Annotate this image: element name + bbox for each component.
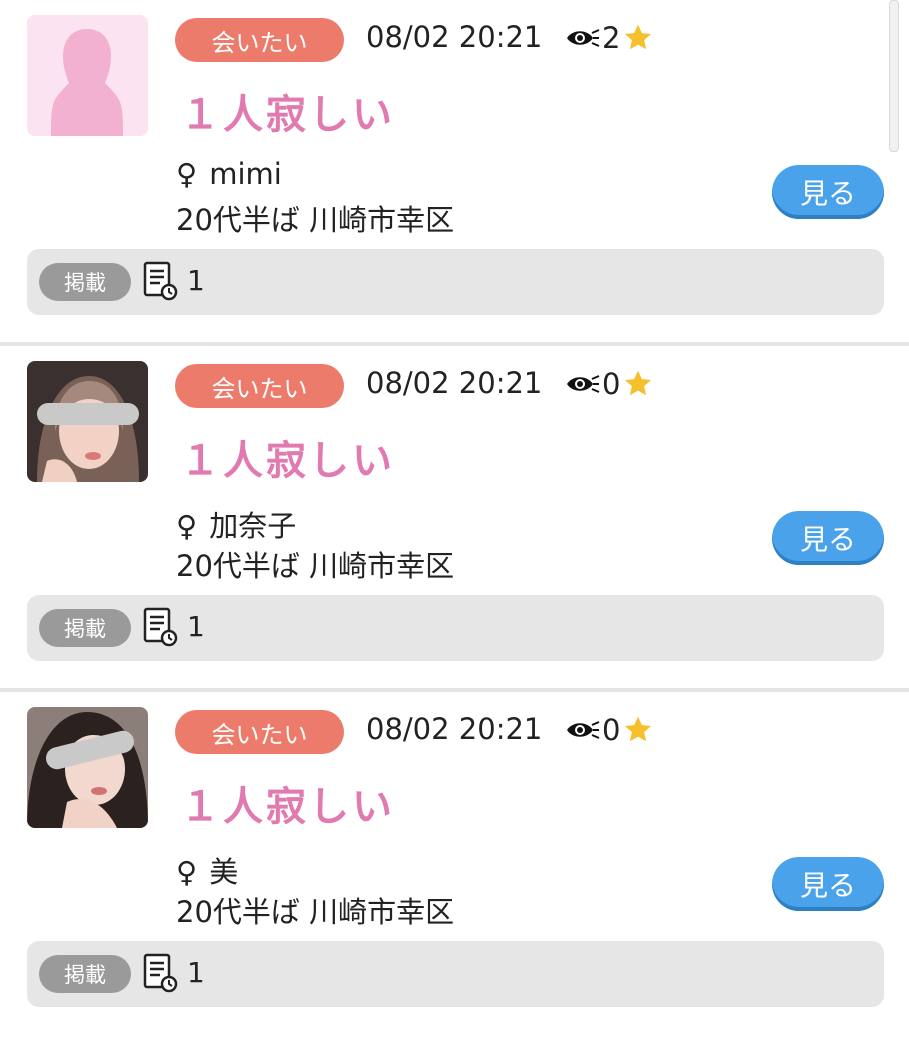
post-count: 1	[187, 956, 205, 989]
view-count-group: 0	[566, 364, 654, 404]
eye-icon	[567, 375, 600, 393]
view-count: 0	[602, 367, 621, 401]
post-title[interactable]: １人寂しい	[180, 428, 395, 486]
star-icon[interactable]	[622, 368, 654, 400]
post-count: 1	[187, 610, 205, 643]
user-photo-icon	[27, 361, 148, 482]
post-date: 08/02 20:21	[366, 20, 543, 54]
post-title[interactable]: １人寂しい	[180, 82, 395, 140]
post-title[interactable]: １人寂しい	[180, 774, 395, 832]
star-icon[interactable]	[622, 714, 654, 746]
view-button[interactable]: 見る	[772, 165, 884, 219]
document-icon	[143, 953, 178, 993]
view-button[interactable]: 見る	[772, 511, 884, 565]
post-card: 会いたい 08/02 20:21 2 １人寂しい ♀ mimi 20代半ば 川崎市…	[0, 0, 909, 346]
eye-icon	[567, 721, 600, 739]
document-icon	[143, 261, 178, 301]
view-count-group: 2	[566, 18, 654, 58]
post-meta-bar: 掲載 1	[27, 941, 884, 1007]
user-name-line: ♀ 加奈子	[176, 503, 296, 545]
post-card: 会いたい 08/02 20:21 0 １人寂しい ♀ 美 20代半ば 川崎市幸区 …	[0, 692, 909, 1038]
post-date: 08/02 20:21	[366, 712, 543, 746]
post-card: 会いたい 08/02 20:21 0 １人寂しい ♀ 加奈子 20代半ば 川崎市幸…	[0, 346, 909, 692]
view-button[interactable]: 見る	[772, 857, 884, 911]
user-name: 加奈子	[209, 509, 297, 543]
avatar[interactable]	[27, 707, 148, 828]
user-name-line: ♀ 美	[176, 849, 238, 891]
user-name: mimi	[209, 157, 282, 191]
silhouette-avatar-icon	[27, 15, 148, 136]
user-age-area: 20代半ば 川崎市幸区	[176, 549, 455, 583]
category-badge: 会いたい	[175, 364, 344, 408]
posted-badge: 掲載	[39, 955, 131, 993]
document-icon	[143, 607, 178, 647]
gender-icon: ♀	[176, 509, 198, 543]
post-meta-bar: 掲載 1	[27, 249, 884, 315]
view-count: 2	[602, 21, 621, 55]
user-age-area: 20代半ば 川崎市幸区	[176, 895, 455, 929]
gender-icon: ♀	[176, 157, 198, 191]
avatar[interactable]	[27, 361, 148, 482]
star-icon[interactable]	[622, 22, 654, 54]
user-name: 美	[209, 855, 239, 889]
category-badge: 会いたい	[175, 18, 344, 62]
user-age-area: 20代半ば 川崎市幸区	[176, 203, 455, 237]
view-count-group: 0	[566, 710, 654, 750]
eye-icon	[567, 29, 600, 47]
posted-badge: 掲載	[39, 609, 131, 647]
user-photo-icon	[27, 707, 148, 828]
post-date: 08/02 20:21	[366, 366, 543, 400]
posted-badge: 掲載	[39, 263, 131, 301]
category-badge: 会いたい	[175, 710, 344, 754]
avatar[interactable]	[27, 15, 148, 136]
post-count: 1	[187, 264, 205, 297]
gender-icon: ♀	[176, 855, 198, 889]
view-count: 0	[602, 713, 621, 747]
user-name-line: ♀ mimi	[176, 157, 282, 191]
post-meta-bar: 掲載 1	[27, 595, 884, 661]
